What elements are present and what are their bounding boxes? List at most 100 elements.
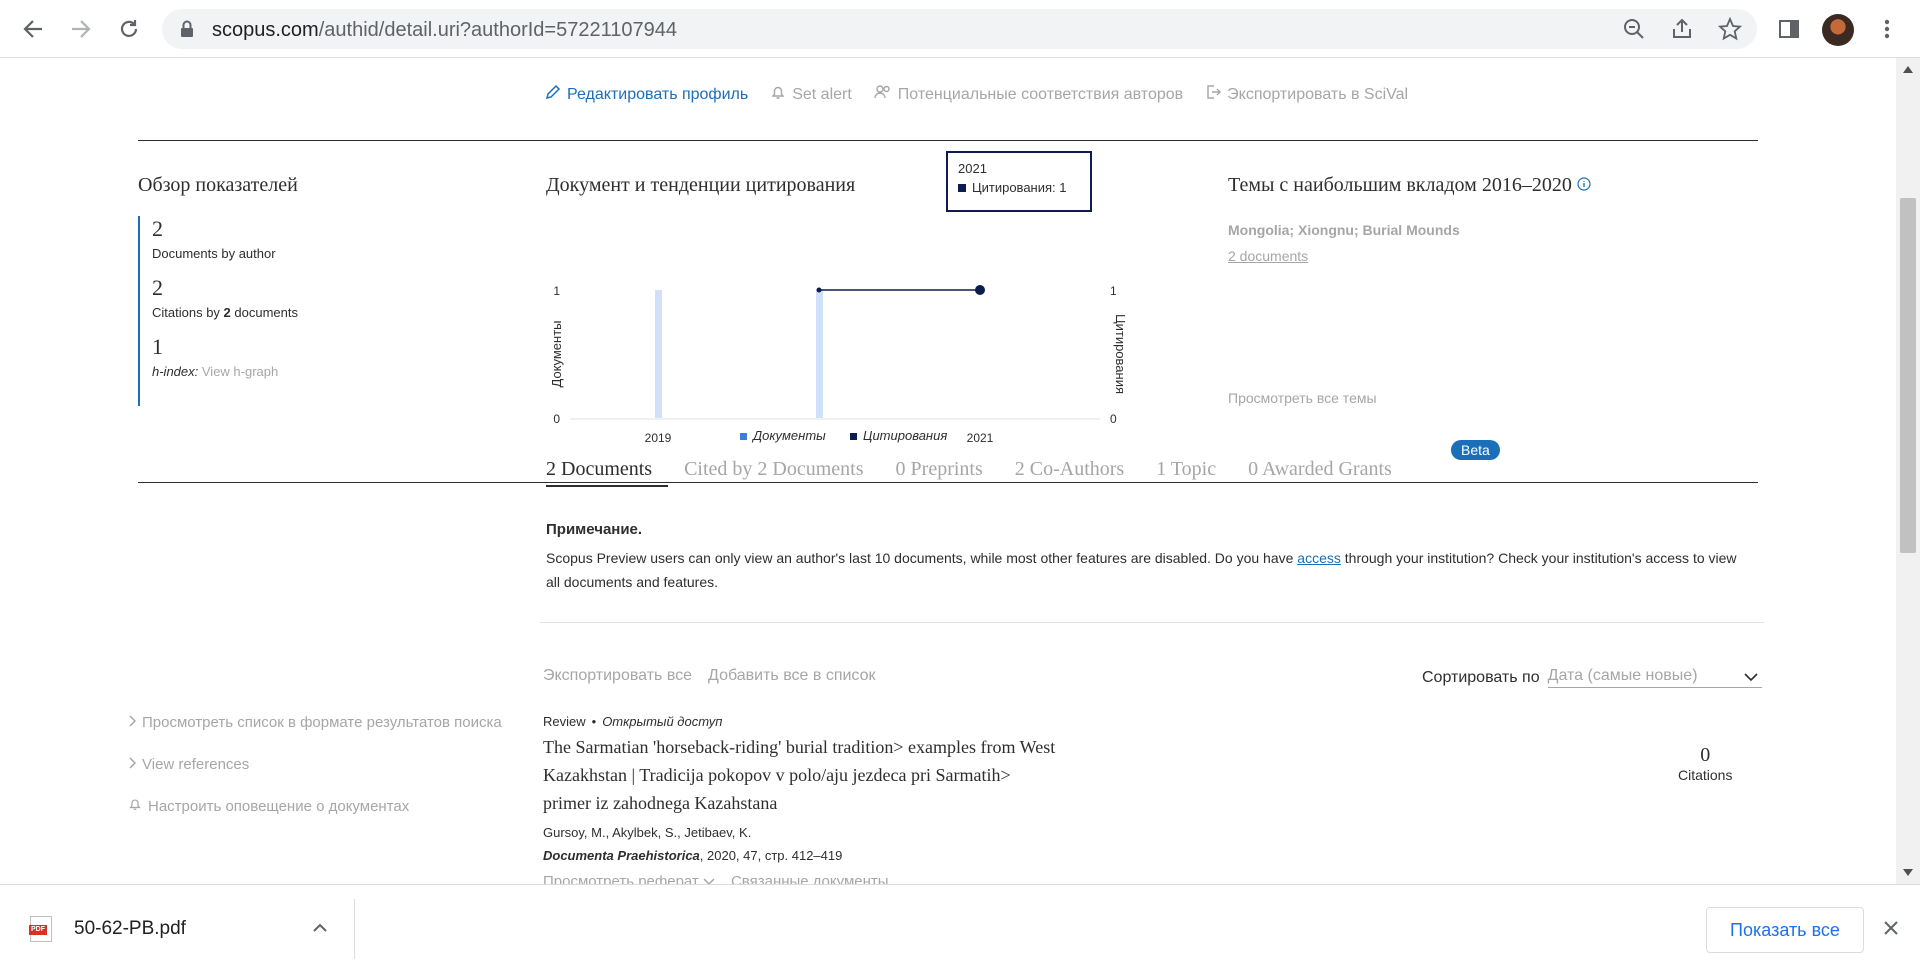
download-bar: PDF 50-62-PB.pdf Показать все (0, 884, 1920, 972)
sort-select[interactable]: Дата (самые новые) (1547, 667, 1762, 688)
y-tick-label: 0 (553, 412, 560, 426)
topic-docs-link[interactable]: 2 documents (1228, 248, 1460, 264)
download-item[interactable]: PDF 50-62-PB.pdf (29, 901, 354, 957)
chart-title: Документ и тенденции цитирования (546, 174, 856, 196)
lock-icon (180, 20, 194, 43)
metrics-title: Обзор показателей (138, 174, 298, 196)
url-text: scopus.com/authid/detail.uri?authorId=57… (212, 19, 677, 41)
side-links: Просмотреть список в формате результатов… (128, 712, 502, 838)
y2-axis-label: Цитирования (1113, 314, 1128, 394)
legend-swatch-citations (850, 433, 857, 440)
address-bar[interactable]: scopus.com/authid/detail.uri?authorId=57… (162, 9, 1757, 49)
scrollbar-thumb[interactable] (1900, 198, 1916, 553)
citations-point (975, 285, 985, 295)
chevron-down-icon (1744, 669, 1758, 687)
chevron-up-icon[interactable] (312, 921, 328, 939)
browser-toolbar: scopus.com/authid/detail.uri?authorId=57… (0, 0, 1920, 58)
chevron-right-icon (128, 756, 137, 773)
bell-icon (770, 84, 786, 105)
metric-documents: 2 Documents by author (152, 216, 378, 261)
reload-icon[interactable] (112, 12, 146, 46)
open-access-label: Открытый доступ (602, 714, 723, 729)
doc-actions: Экспортировать все Добавить все в список (543, 667, 876, 685)
view-as-search-results-link[interactable]: Просмотреть список в формате результатов… (128, 712, 502, 732)
add-all-to-list-button[interactable]: Добавить все в список (708, 667, 875, 685)
citations-number[interactable]: 0 (1678, 744, 1732, 767)
profile-avatar[interactable] (1822, 14, 1854, 46)
profile-actions: Редактировать профиль Set alert Потенциа… (545, 84, 1430, 105)
edit-profile-label: Редактировать профиль (567, 85, 749, 103)
view-references-link[interactable]: View references (128, 754, 502, 774)
download-separator (354, 899, 355, 959)
beta-badge: Beta (1451, 440, 1500, 460)
x-tick-label: 2021 (967, 431, 994, 445)
tooltip-value: Цитирования: 1 (972, 180, 1067, 195)
legend-label-documents: Документы (751, 428, 826, 443)
show-all-button[interactable]: Показать все (1706, 907, 1864, 953)
related-documents-link[interactable]: Связанные документы (731, 873, 889, 884)
citations-count[interactable]: 2 (152, 275, 378, 301)
document-meta: Review • Открытый доступ (543, 714, 1763, 729)
edit-profile-link[interactable]: Редактировать профиль (545, 84, 748, 105)
document-type: Review (543, 714, 586, 729)
view-abstract-link[interactable]: Просмотреть реферат (543, 873, 715, 884)
info-icon[interactable] (1577, 174, 1591, 196)
tooltip-year: 2021 (958, 161, 987, 176)
menu-icon[interactable] (1870, 12, 1904, 46)
legend-label-citations: Цитирования (863, 428, 947, 443)
set-alert-link[interactable]: Set alert (770, 84, 852, 105)
scroll-up-icon[interactable] (1903, 66, 1913, 73)
y2-tick-label: 0 (1110, 412, 1117, 426)
sort-control: Сортировать по Дата (самые новые) (1422, 667, 1762, 688)
export-all-button[interactable]: Экспортировать все (543, 667, 692, 685)
citations-label: Citations by 2 documents (152, 305, 298, 320)
side-panel-icon[interactable] (1772, 12, 1806, 46)
y2-tick-label: 1 (1110, 284, 1117, 298)
set-document-alert-link[interactable]: Настроить оповещение о документах (128, 796, 502, 816)
pencil-icon (545, 84, 561, 105)
bar-documents (816, 290, 823, 418)
document-item: Review • Открытый доступ The Sarmatian '… (543, 714, 1763, 884)
y-tick-label: 1 (553, 284, 560, 298)
divider (138, 140, 1758, 141)
sort-label: Сортировать по (1422, 668, 1540, 686)
forward-icon[interactable] (64, 12, 98, 46)
documents-count[interactable]: 2 (152, 216, 378, 242)
topic-name[interactable]: Mongolia; Xiongnu; Burial Mounds (1228, 222, 1460, 238)
bell-icon (128, 797, 142, 815)
citations-point (816, 287, 822, 293)
note-divider (540, 622, 1764, 623)
chart-tooltip: 2021 Цитирования: 1 (946, 151, 1092, 212)
zoom-icon[interactable] (1622, 17, 1646, 41)
share-icon[interactable] (1670, 17, 1694, 41)
author-matches-link[interactable]: Потенциальные соответствия авторов (874, 84, 1183, 105)
chevron-right-icon (128, 714, 137, 731)
download-file-name: 50-62-PB.pdf (74, 918, 186, 939)
bar-documents (655, 290, 662, 418)
author-matches-label: Потенциальные соответствия авторов (897, 85, 1184, 103)
topics-list: Mongolia; Xiongnu; Burial Mounds 2 docum… (1228, 222, 1460, 264)
back-icon[interactable] (16, 12, 50, 46)
metric-h-index: 1 h-index: View h-graph (152, 334, 378, 379)
users-icon (874, 84, 892, 105)
trend-chart: 1 0 1 0 Документы Цитирования 2019 2021 Документ… (549, 284, 1128, 445)
close-icon[interactable] (1882, 919, 1900, 942)
tooltip-swatch (958, 183, 966, 192)
scrollbar[interactable] (1896, 58, 1920, 884)
star-icon[interactable] (1717, 16, 1743, 41)
view-all-topics-link[interactable]: Просмотреть все темы (1228, 390, 1377, 406)
note-title: Примечание. (546, 521, 643, 538)
document-authors[interactable]: Gursoy, M., Akylbek, S., Jetibaev, K. (543, 825, 1763, 840)
tabs-divider (138, 482, 1758, 483)
document-links: Просмотреть реферат Связанные документы (543, 873, 1763, 884)
document-title-link[interactable]: The Sarmatian 'horseback-riding' burial … (543, 733, 1063, 817)
citations-label: Citations (1678, 767, 1733, 783)
pdf-file-icon: PDF (29, 916, 52, 942)
access-link[interactable]: access (1297, 550, 1341, 566)
scroll-down-icon[interactable] (1903, 869, 1913, 876)
view-h-graph-link[interactable]: View h-graph (202, 364, 278, 379)
page-content: Редактировать профиль Set alert Потенциа… (0, 58, 1896, 884)
legend-swatch-documents (740, 433, 747, 440)
h-index-value: 1 (152, 334, 163, 359)
export-scival-link[interactable]: Экспортировать в SciVal (1205, 84, 1408, 105)
